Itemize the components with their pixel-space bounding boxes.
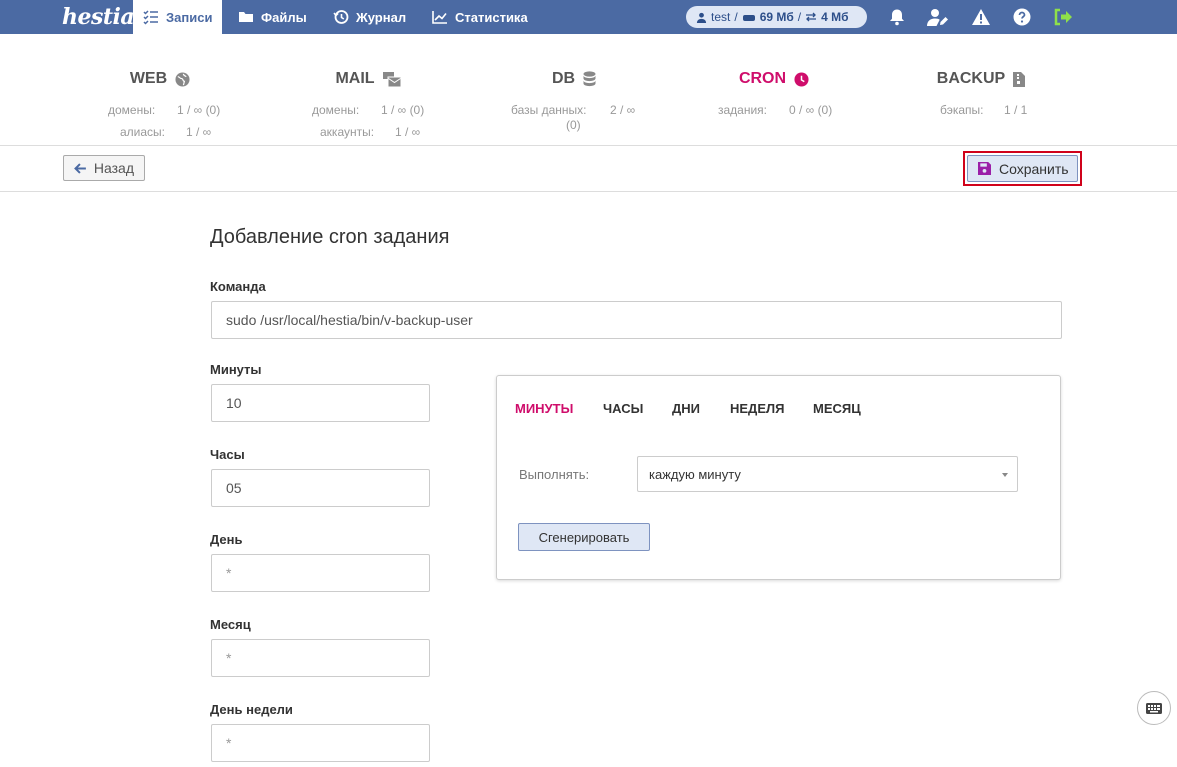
stat-web-value-2: 1 / ∞: [186, 125, 212, 139]
tab-month[interactable]: МЕСЯЦ: [813, 401, 861, 416]
command-input[interactable]: sudo /usr/local/hestia/bin/v-backup-user: [211, 301, 1062, 339]
arrow-left-icon: [74, 162, 86, 174]
logout-button[interactable]: [1052, 6, 1074, 28]
month-label: Месяц: [210, 617, 251, 632]
stats-row: WEB домены: 1 / ∞ (0) алиасы: 1 / ∞ MAIL…: [0, 34, 1177, 146]
tab-minutes[interactable]: МИНУТЫ: [515, 401, 573, 416]
save-button-label: Сохранить: [999, 160, 1069, 177]
floppy-disk-icon: [978, 162, 991, 175]
save-button[interactable]: Сохранить: [967, 155, 1078, 182]
cron-generator-panel: МИНУТЫ ЧАСЫ ДНИ НЕДЕЛЯ МЕСЯЦ Выполнять: …: [496, 375, 1061, 580]
warning-icon: [972, 9, 990, 25]
separator: /: [797, 10, 802, 24]
back-button-label: Назад: [93, 160, 134, 176]
stat-db-label-1: базы данных:: [511, 103, 587, 117]
day-input[interactable]: *: [211, 554, 430, 592]
stat-mail-value-1: 1 / ∞ (0): [381, 103, 425, 117]
disk-usage: 69 Мб: [759, 10, 794, 24]
keyboard-icon: [1146, 702, 1162, 714]
stat-cron-label-1: задания:: [718, 103, 768, 117]
separator: /: [734, 10, 738, 24]
nav-files-label: Файлы: [261, 9, 307, 25]
stat-web-label-1: домены:: [108, 103, 156, 117]
chart-line-icon: [432, 11, 447, 24]
stat-mail-value-2: 1 / ∞: [395, 125, 421, 139]
help-button[interactable]: [1011, 6, 1033, 28]
day-label: День: [210, 532, 243, 547]
bandwidth-usage: 4 Мб: [821, 10, 849, 24]
top-navbar: hestia Записи Файлы Журнал Статистика te…: [0, 0, 1177, 34]
stat-cron-value-1: 0 / ∞ (0): [789, 103, 833, 117]
user-edit-icon: [927, 9, 948, 26]
help-icon: [1013, 8, 1031, 26]
stat-backup-label-1: бэкапы:: [940, 103, 984, 117]
stat-mail-label-1: домены:: [312, 103, 360, 117]
stat-mail-title: MAIL: [268, 70, 468, 88]
stat-web-label-2: алиасы:: [120, 125, 166, 139]
hours-label: Часы: [210, 447, 245, 462]
username: test: [711, 10, 731, 24]
stat-mail-label-2: аккаунты:: [320, 125, 375, 139]
tab-week[interactable]: НЕДЕЛЯ: [730, 401, 784, 416]
minutes-label: Минуты: [210, 362, 262, 377]
tab-days[interactable]: ДНИ: [672, 401, 700, 416]
bell-icon: [890, 9, 904, 26]
folder-icon: [239, 12, 253, 22]
generate-button[interactable]: Сгенерировать: [518, 523, 650, 551]
logout-icon: [1054, 8, 1072, 26]
run-label: Выполнять:: [519, 467, 590, 482]
page-title: Добавление cron задания: [210, 226, 450, 248]
notifications-button[interactable]: [886, 6, 908, 28]
caret-down-icon: [1002, 473, 1008, 477]
user-icon: [696, 12, 707, 23]
stat-db-title: DB: [474, 70, 674, 88]
exchange-icon: [806, 12, 817, 22]
file-archive-icon: [1013, 71, 1026, 87]
tab-hours[interactable]: ЧАСЫ: [603, 401, 643, 416]
nav-statistics[interactable]: Статистика: [432, 0, 528, 34]
nav-records[interactable]: Записи: [133, 0, 223, 34]
nav-statistics-label: Статистика: [455, 9, 528, 25]
stat-cron-title: CRON: [674, 70, 874, 88]
stat-db-value-2: (0): [566, 118, 581, 132]
run-frequency-value: каждую минуту: [649, 466, 741, 482]
clock-icon: [794, 71, 809, 87]
nav-log[interactable]: Журнал: [333, 0, 406, 34]
back-button[interactable]: Назад: [63, 155, 145, 181]
stat-web-value-1: 1 / ∞ (0): [177, 103, 221, 117]
save-button-highlight: Сохранить: [963, 151, 1082, 186]
month-input[interactable]: *: [211, 639, 430, 677]
edit-user-button[interactable]: [927, 6, 949, 28]
nav-log-label: Журнал: [356, 9, 407, 25]
weekday-input[interactable]: *: [211, 724, 430, 762]
hestia-logo[interactable]: hestia: [62, 2, 135, 32]
nav-records-label: Записи: [166, 9, 213, 25]
stat-backup-value-1: 1 / 1: [1004, 103, 1028, 117]
list-check-icon: [143, 10, 158, 25]
user-usage-badge[interactable]: test / 69 Мб / 4 Мб: [686, 6, 867, 28]
stat-web-title: WEB: [60, 70, 260, 88]
keyboard-shortcuts-button[interactable]: [1137, 691, 1171, 725]
weekday-label: День недели: [210, 702, 293, 717]
hours-input[interactable]: 05: [211, 469, 430, 507]
nav-files[interactable]: Файлы: [238, 0, 307, 34]
globe-icon: [175, 71, 190, 87]
mail-bulk-icon: [382, 71, 401, 87]
stat-backup-title: BACKUP: [881, 70, 1081, 88]
history-icon: [333, 10, 349, 24]
system-warnings-button[interactable]: [970, 6, 992, 28]
command-label: Команда: [210, 279, 266, 294]
database-icon: [583, 71, 596, 87]
run-frequency-select[interactable]: каждую минуту: [637, 456, 1018, 492]
stat-db-value-1: 2 / ∞: [610, 103, 636, 117]
hdd-icon: [742, 15, 755, 21]
minutes-input[interactable]: 10: [211, 384, 430, 422]
